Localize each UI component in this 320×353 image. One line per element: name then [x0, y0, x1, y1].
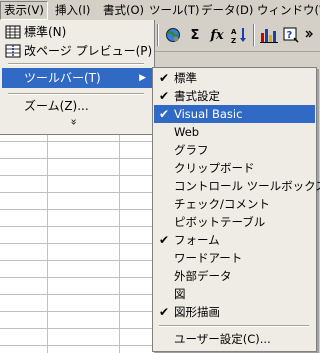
toolbar-item-formatting[interactable]: ✔ 書式設定 — [154, 87, 315, 105]
menu-tools-label: ツール(T) — [149, 3, 200, 17]
toolbar-item-label: ワードアート — [174, 251, 243, 265]
view-menu-item-page-break-preview[interactable]: 改ページ プレビュー(P) — [2, 41, 152, 61]
toolbar-item-label: 書式設定 — [174, 89, 220, 103]
check-icon: ✔ — [158, 89, 170, 103]
toolbar-item-customize[interactable]: ユーザー設定(C)... — [154, 330, 315, 348]
view-menu-item-label: 改ページ プレビュー(P) — [24, 44, 153, 58]
toolbar-item-label: フォーム — [174, 233, 220, 247]
grid-row-line — [0, 141, 155, 142]
toolbar-item-label: ピボットテーブル — [174, 215, 266, 229]
toolbar-item-label: グラフ — [174, 143, 209, 157]
toolbar-item-label: 図 — [174, 287, 186, 301]
help-icon[interactable]: ? — [281, 25, 301, 45]
toolbar-item-visual-basic[interactable]: ✔ Visual Basic — [154, 105, 315, 123]
menu-format-label: 書式(O) — [103, 3, 145, 17]
toolbar-item-forms[interactable]: ✔ フォーム — [154, 231, 315, 249]
menu-view[interactable]: 表示(V) — [0, 1, 48, 20]
menu-separator — [8, 93, 144, 95]
toolbar-item-label: Web — [174, 125, 200, 139]
toolbar-item-label: チェック/コメント — [174, 197, 270, 211]
toolbar-item-label: 図形描画 — [174, 305, 220, 319]
grid-row-line — [0, 277, 155, 278]
view-menu-item-zoom[interactable]: ズーム(Z)... — [2, 96, 152, 116]
svg-text:A: A — [231, 28, 237, 36]
submenu-arrow-icon: ▶ — [139, 73, 146, 83]
toolbar-item-web[interactable]: Web — [154, 123, 315, 141]
check-icon: ✔ — [158, 107, 170, 121]
menu-separator — [159, 325, 309, 327]
view-menu-item-label: ズーム(Z)... — [24, 99, 89, 113]
grid-row-line — [0, 158, 155, 159]
grid-row-line — [0, 260, 155, 261]
worksheet-grid[interactable] — [0, 135, 155, 353]
grid-column-line — [119, 135, 120, 353]
grid-row-line — [0, 294, 155, 295]
toolbars-submenu: ✔ 標準 ✔ 書式設定 ✔ Visual Basic Web グラフ クリップボード … — [152, 67, 320, 352]
globe-icon[interactable] — [163, 25, 183, 45]
view-menu-item-normal[interactable]: 標準(N) — [2, 22, 152, 42]
grid-row-line — [0, 175, 155, 176]
grid-row-line — [0, 243, 155, 244]
toolbar-item-drawing[interactable]: ✔ 図形描画 — [154, 303, 315, 321]
svg-text:Z: Z — [231, 37, 236, 44]
menu-format[interactable]: 書式(O) — [100, 2, 147, 19]
toolbar-separator — [157, 24, 159, 46]
menu-insert-label: 挿入(I) — [55, 3, 91, 17]
chevron-double-down-icon: » — [67, 118, 81, 126]
grid-row-line — [0, 311, 155, 312]
chart-wizard-icon[interactable] — [259, 25, 279, 45]
menu-window[interactable]: ウィンドウ(W) — [254, 2, 320, 19]
grid-row-line — [0, 209, 155, 210]
check-icon: ✔ — [158, 305, 170, 319]
toolbar-item-pivot-table[interactable]: ピボットテーブル — [154, 213, 315, 231]
standard-toolbar: Σ fx AZ ? — [155, 20, 320, 52]
toolbar-item-external-data[interactable]: 外部データ — [154, 267, 315, 285]
menu-expand-button[interactable]: » — [2, 115, 152, 131]
autosum-glyph: Σ — [190, 27, 200, 43]
check-icon: ✔ — [158, 71, 170, 85]
view-menu-item-toolbars[interactable]: ツールバー(T) ▶ — [2, 68, 152, 88]
normal-view-icon — [5, 25, 21, 39]
grid-row-line — [0, 226, 155, 227]
toolbar-item-standard[interactable]: ✔ 標準 — [154, 69, 315, 87]
toolbar-item-label: クリップボード — [174, 161, 255, 175]
view-menu-item-label: ツールバー(T) — [24, 71, 101, 85]
menu-window-label: ウィンドウ(W) — [257, 3, 320, 17]
function-icon[interactable]: fx — [207, 25, 227, 45]
grid-row-line — [0, 192, 155, 193]
menu-data-label: データ(D) — [201, 3, 254, 17]
svg-text:?: ? — [287, 30, 293, 41]
toolbar-item-reviewing[interactable]: チェック/コメント — [154, 195, 315, 213]
grid-column-line — [47, 135, 48, 353]
toolbar-item-control-toolbox[interactable]: コントロール ツールボックス — [154, 177, 320, 195]
function-glyph: fx — [210, 27, 224, 43]
view-menu-dropdown: 標準(N) 改ページ プレビュー(P) ツールバー(T) ▶ ズーム(Z)...… — [0, 20, 155, 135]
toolbar-item-label: コントロール ツールボックス — [174, 179, 320, 193]
toolbar-item-chart[interactable]: グラフ — [154, 141, 315, 159]
toolbar-more-icon[interactable] — [301, 25, 317, 45]
toolbar-item-label: 標準 — [174, 71, 197, 85]
menu-insert[interactable]: 挿入(I) — [52, 2, 93, 19]
menu-separator — [8, 63, 144, 65]
toolbar-item-picture[interactable]: 図 — [154, 285, 315, 303]
toolbar-item-label: ユーザー設定(C)... — [174, 332, 271, 346]
check-icon: ✔ — [158, 233, 170, 247]
grid-row-line — [0, 328, 155, 329]
view-menu-item-label: 標準(N) — [24, 25, 67, 39]
toolbar-separator — [253, 24, 255, 46]
menu-data[interactable]: データ(D) — [198, 2, 256, 19]
menu-bar: 表示(V) 挿入(I) 書式(O) ツール(T) データ(D) ウィンドウ(W) — [0, 0, 320, 21]
menu-tools[interactable]: ツール(T) — [146, 2, 203, 19]
toolbar-item-label: 外部データ — [174, 269, 232, 283]
menu-view-label: 表示(V) — [4, 3, 44, 17]
page-break-preview-icon — [5, 44, 21, 58]
autosum-icon[interactable]: Σ — [185, 25, 205, 45]
grid-row-line — [0, 345, 155, 346]
toolbar-item-clipboard[interactable]: クリップボード — [154, 159, 315, 177]
toolbar-item-wordart[interactable]: ワードアート — [154, 249, 315, 267]
toolbar-item-label: Visual Basic — [174, 107, 243, 121]
sort-ascending-icon[interactable]: AZ — [229, 25, 249, 45]
